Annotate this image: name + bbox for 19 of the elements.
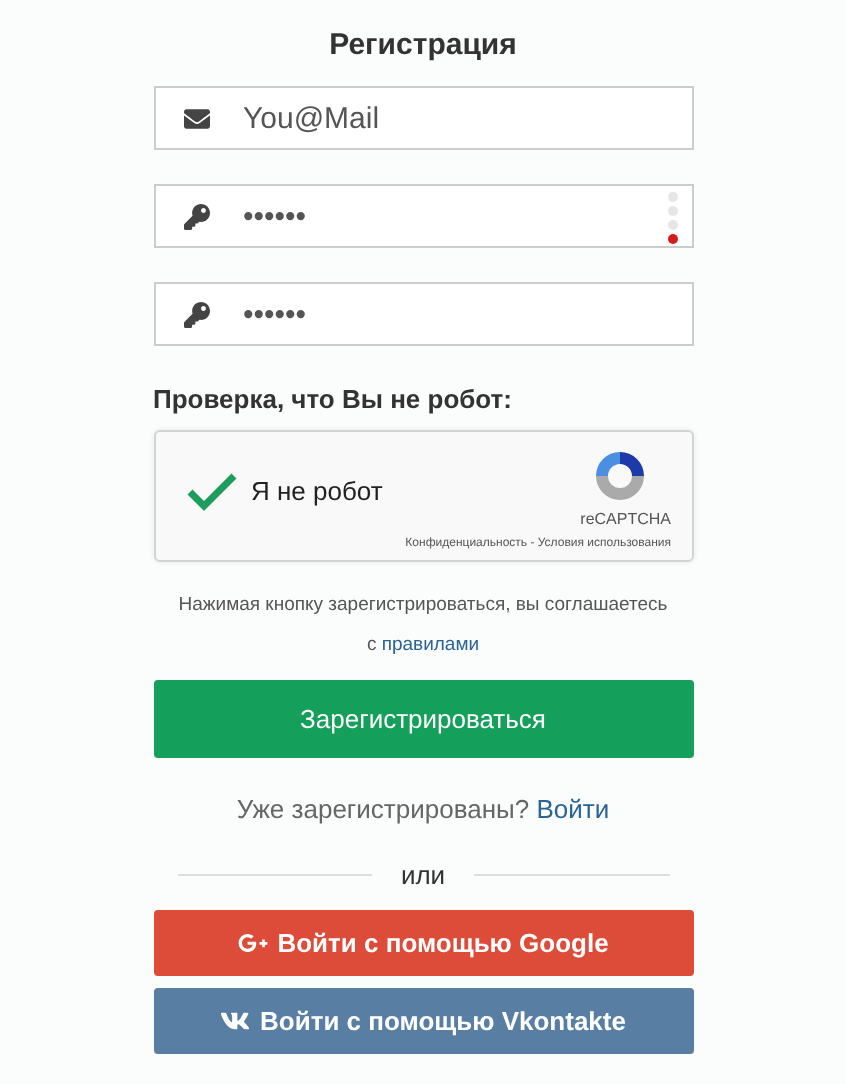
recaptcha-logo-icon [591, 448, 647, 504]
divider-text: или [400, 860, 446, 890]
key-icon [183, 302, 209, 328]
password-field[interactable]: •••••• [153, 282, 693, 346]
key-icon [183, 204, 209, 230]
google-login-button[interactable]: Войти с помощью Google [153, 910, 693, 976]
vk-login-button[interactable]: Войти с помощью Vkontakte [153, 988, 693, 1054]
rules-link[interactable]: правилами [381, 634, 480, 656]
google-plus-icon [237, 928, 268, 958]
captcha-label: Проверка, что Вы не робот: [153, 384, 514, 414]
envelope-icon [183, 106, 209, 132]
login-prompt: Уже зарегистрированы? Войти [234, 794, 612, 824]
agreement-text: Нажимая кнопку зарегистрироваться, вы соглашаетесь с правилами [176, 592, 670, 660]
captcha-text: Я не робот [251, 476, 383, 510]
login-link[interactable]: Войти [536, 794, 610, 824]
email-field[interactable]: You@Mail [153, 86, 693, 150]
form-title: Регистрация [327, 28, 519, 62]
captcha-brand: reCAPTCHA [580, 510, 671, 528]
password-field[interactable]: •••••• [153, 184, 693, 248]
